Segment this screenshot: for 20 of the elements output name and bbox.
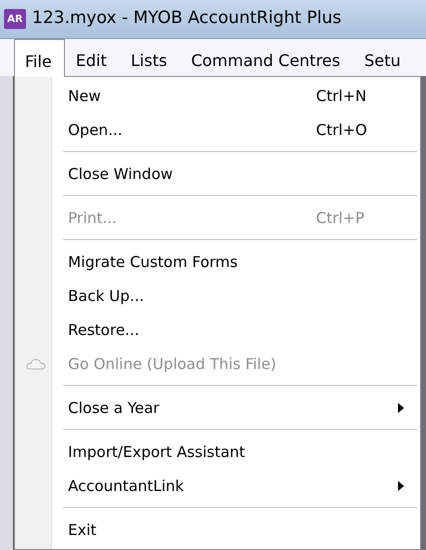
submenu-arrow-icon: [398, 481, 404, 491]
menu-bar-item[interactable]: File: [14, 39, 65, 77]
menu-bar-item[interactable]: Command Centres: [180, 39, 354, 76]
menu-item[interactable]: Back Up...: [15, 279, 420, 313]
menu-item[interactable]: AccountantLink: [15, 469, 420, 503]
menu-bar-item[interactable]: Setu: [353, 39, 414, 76]
menu-item[interactable]: Open... Ctrl+O: [15, 113, 420, 147]
menu-item[interactable]: Exit: [15, 513, 420, 547]
cloud-icon: [26, 358, 46, 370]
window-title: 123.myox - MYOB AccountRight Plus: [32, 7, 342, 30]
menu-item[interactable]: Close a Year: [15, 391, 420, 425]
menu-item[interactable]: Import/Export Assistant: [15, 435, 420, 469]
submenu-arrow-icon: [398, 403, 404, 413]
menu-item[interactable]: New Ctrl+N: [15, 79, 420, 113]
menu-bar-item[interactable]: Edit: [64, 39, 120, 76]
menu-item[interactable]: Migrate Custom Forms: [15, 245, 420, 279]
app-logo: AR: [4, 9, 26, 29]
menu-bar-item[interactable]: Lists: [120, 39, 180, 76]
menu-item[interactable]: Close Window: [15, 157, 420, 191]
menu-item[interactable]: Restore...: [15, 313, 420, 347]
